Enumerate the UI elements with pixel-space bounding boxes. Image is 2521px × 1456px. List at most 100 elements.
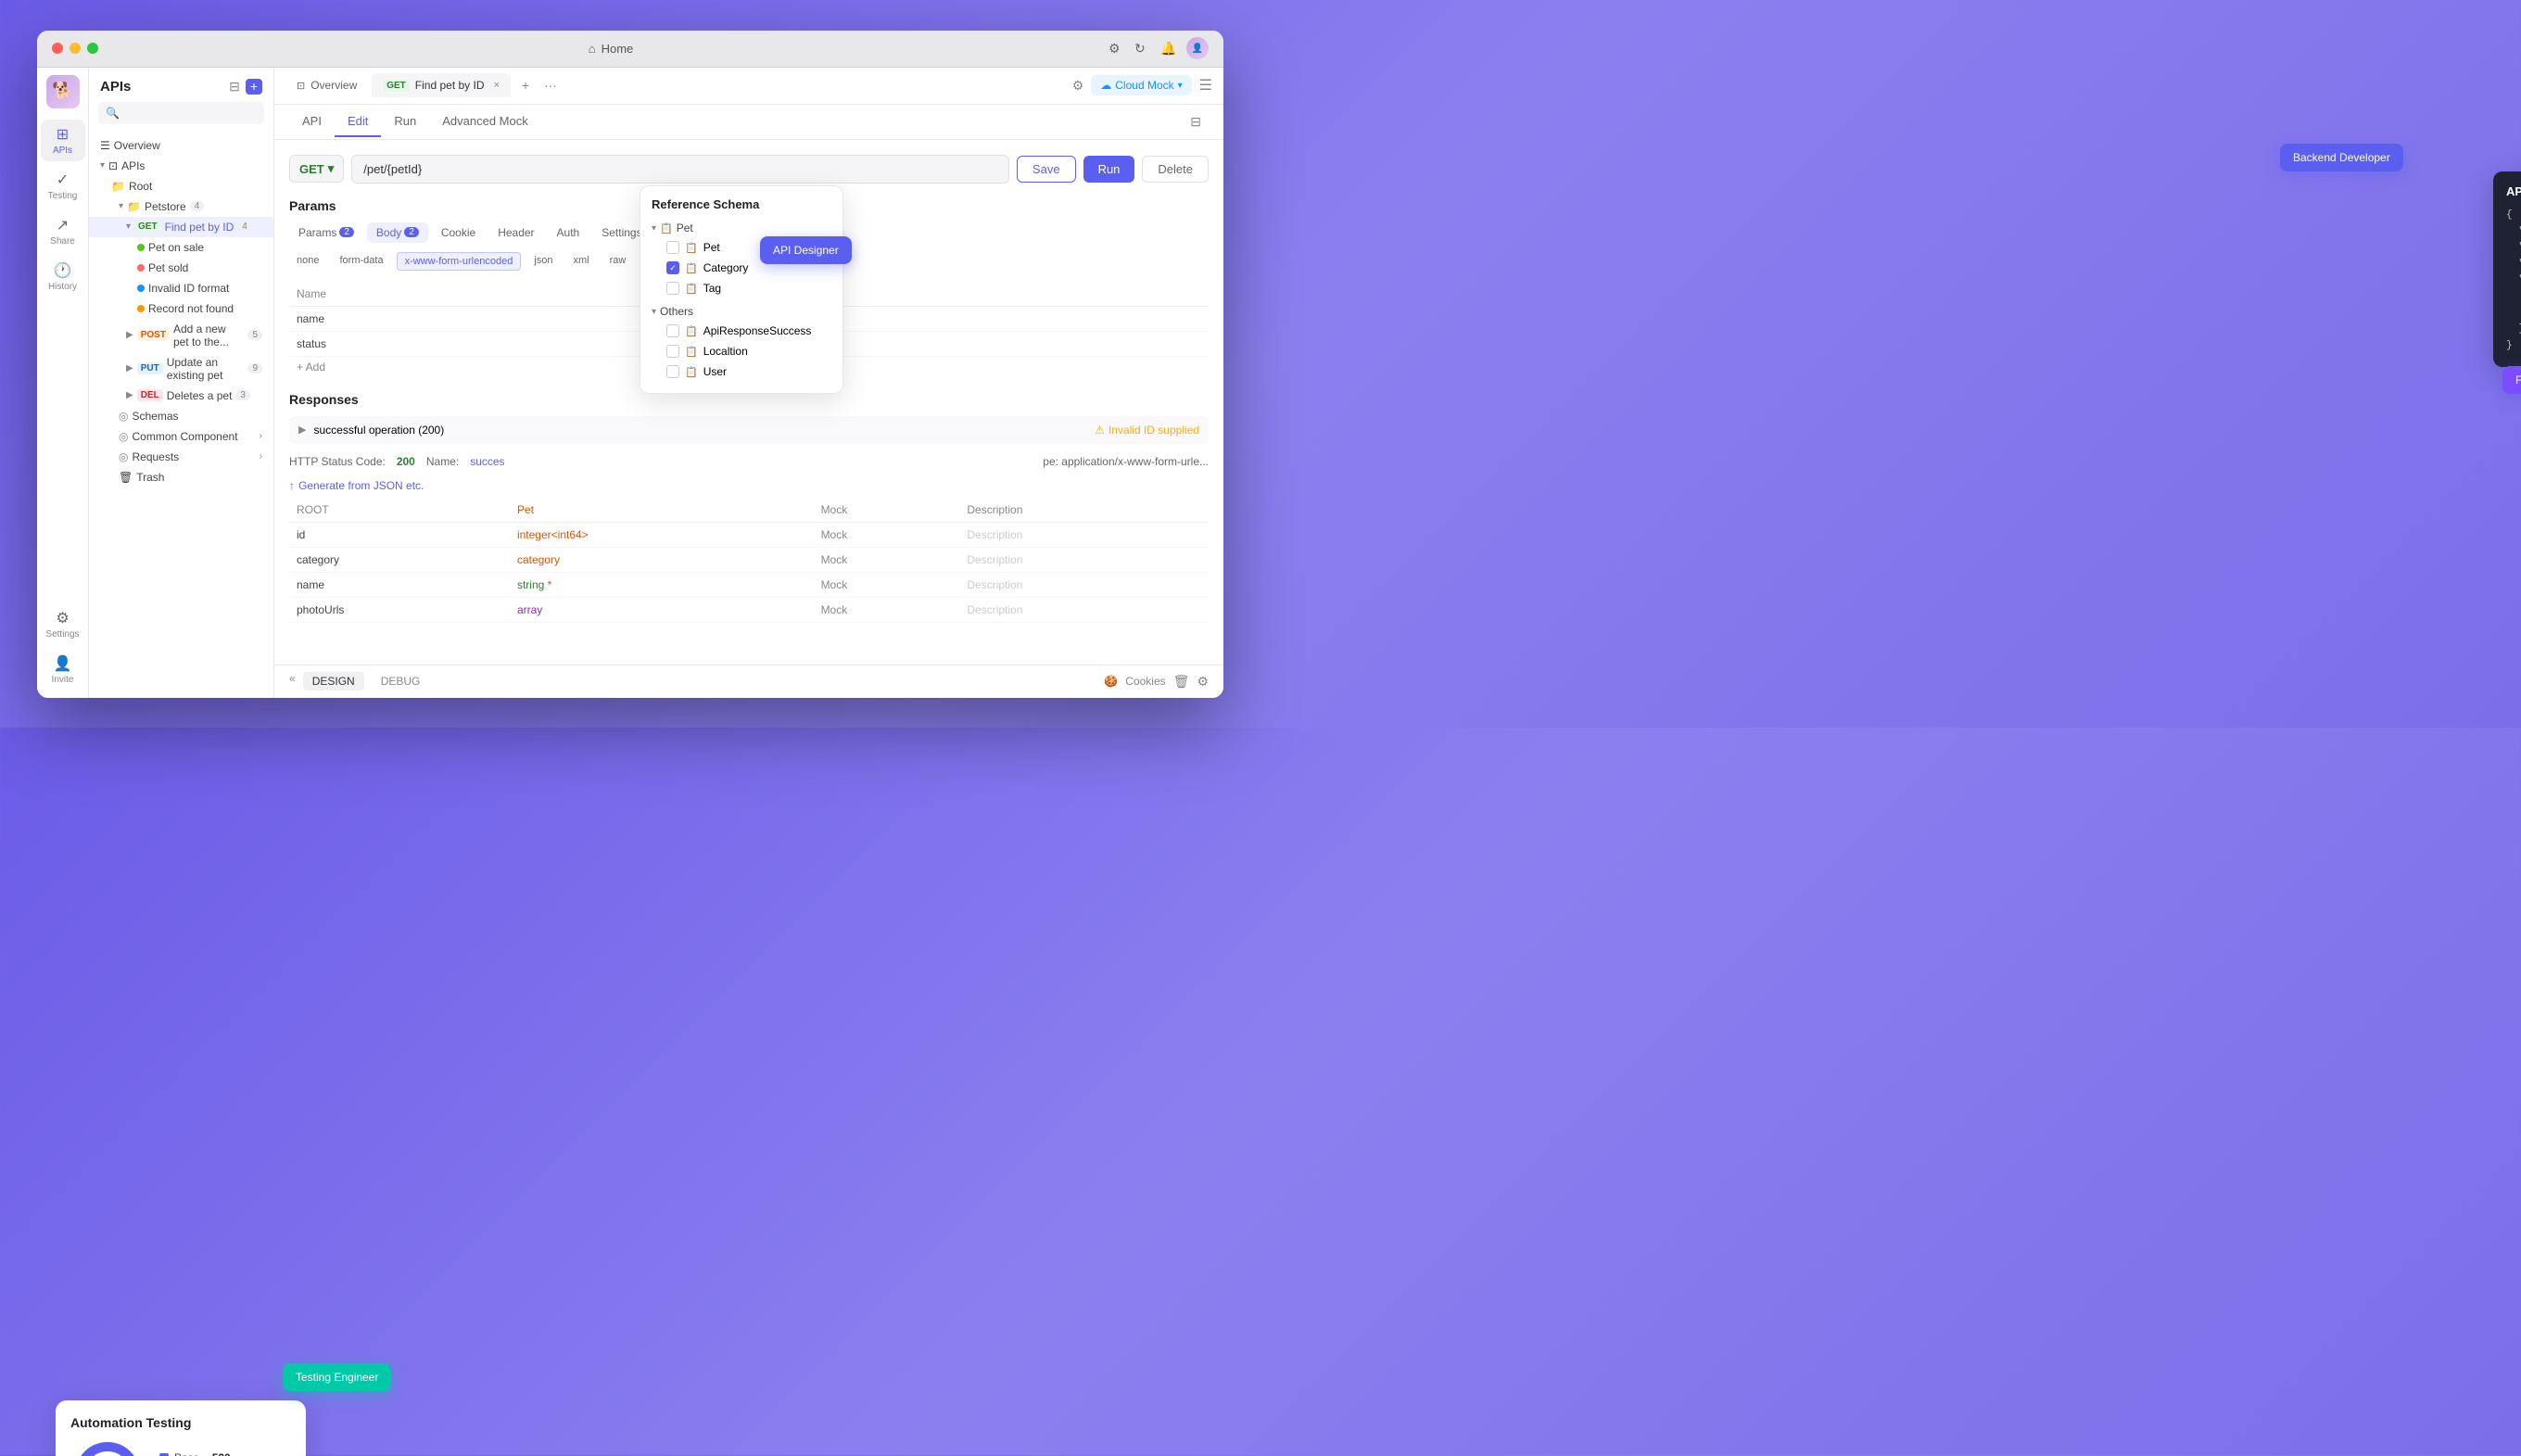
delete-button[interactable]: Delete bbox=[1142, 156, 1209, 183]
resp-id-desc[interactable]: Description bbox=[959, 522, 1209, 547]
tree-petstore[interactable]: ▾ 📁 Petstore 4 bbox=[89, 196, 273, 217]
body-tab-none[interactable]: none bbox=[289, 252, 326, 271]
tag-check[interactable] bbox=[666, 282, 679, 295]
resp-photourls-mock[interactable]: Mock bbox=[814, 597, 960, 622]
tree-requests[interactable]: ◎ Requests › bbox=[89, 447, 273, 467]
bell-icon[interactable]: 🔔 bbox=[1160, 41, 1175, 56]
settings-tab-icon[interactable]: ⚙ bbox=[1072, 78, 1084, 94]
sidebar-item-settings[interactable]: ⚙ Settings bbox=[41, 603, 85, 645]
pet-check[interactable] bbox=[666, 241, 679, 254]
tree-schemas[interactable]: ◎ Schemas bbox=[89, 406, 273, 426]
user-avatar[interactable]: 👤 bbox=[1186, 37, 1209, 59]
tab-advanced-mock[interactable]: Advanced Mock bbox=[429, 107, 541, 137]
more-tabs-button[interactable]: ··· bbox=[544, 78, 557, 93]
others-group-expand[interactable]: ▾ bbox=[652, 307, 656, 317]
history-label: History bbox=[48, 282, 77, 292]
minimize-button[interactable] bbox=[70, 43, 81, 54]
sync-icon[interactable]: ↻ bbox=[1134, 41, 1149, 56]
gen-label: Generate from JSON etc. bbox=[298, 479, 424, 492]
tab-close-icon[interactable]: × bbox=[494, 80, 500, 91]
pet-group-label: Pet bbox=[677, 222, 693, 234]
add-button[interactable]: + bbox=[246, 79, 262, 95]
tree-trash[interactable]: 🗑 Trash bbox=[89, 467, 273, 487]
fullscreen-button[interactable] bbox=[87, 43, 98, 54]
post-badge: POST bbox=[137, 329, 170, 341]
api-mock-title: API Mock bbox=[2506, 184, 2521, 198]
tab-run[interactable]: Run bbox=[381, 107, 429, 137]
tab-api[interactable]: API bbox=[289, 107, 335, 137]
param-tab-body[interactable]: Body 2 bbox=[367, 222, 428, 243]
param-tab-header[interactable]: Header bbox=[488, 222, 543, 243]
apiresponse-check[interactable] bbox=[666, 324, 679, 337]
save-button[interactable]: Save bbox=[1017, 156, 1076, 183]
menu-icon[interactable]: ☰ bbox=[1199, 76, 1212, 95]
design-tab[interactable]: DESIGN bbox=[303, 672, 364, 690]
tree-pet-sold[interactable]: Pet sold bbox=[89, 258, 273, 278]
sidebar-item-apis[interactable]: ⊞ APIs bbox=[41, 120, 85, 161]
tree-add-pet[interactable]: ▶ POST Add a new pet to the... 5 bbox=[89, 319, 273, 352]
resp-category-mock[interactable]: Mock bbox=[814, 547, 960, 572]
schema-item-location[interactable]: 📋 Localtion bbox=[652, 341, 831, 361]
warning-container: ⚠ Invalid ID supplied bbox=[1095, 424, 1199, 437]
sidebar-item-invite[interactable]: 👤 Invite bbox=[41, 649, 85, 690]
filter-icon[interactable]: ⊟ bbox=[229, 79, 240, 95]
param-tab-cookie[interactable]: Cookie bbox=[432, 222, 485, 243]
param-tab-params[interactable]: Params 2 bbox=[289, 222, 363, 243]
param-tab-auth[interactable]: Auth bbox=[548, 222, 589, 243]
body-tab-raw[interactable]: raw bbox=[602, 252, 634, 271]
tab-overview[interactable]: ⊡ Overview bbox=[285, 73, 368, 97]
home-icon: ⌂ bbox=[589, 42, 596, 56]
sidebar-item-share[interactable]: ↗ Share bbox=[41, 210, 85, 252]
tree-apis[interactable]: ▾ ⊡ APIs bbox=[89, 156, 273, 176]
settings-bottom-icon[interactable]: ⚙ bbox=[1197, 674, 1209, 690]
resp-photourls-desc[interactable]: Description bbox=[959, 597, 1209, 622]
body-tab-urlencoded[interactable]: x-www-form-urlencoded bbox=[397, 252, 522, 271]
tree-overview[interactable]: ☰ Overview bbox=[89, 135, 273, 156]
cookies-label[interactable]: Cookies bbox=[1125, 675, 1165, 688]
tab-get-find-pet[interactable]: GET Find pet by ID × bbox=[372, 73, 511, 97]
debug-tab[interactable]: DEBUG bbox=[372, 672, 430, 690]
schema-item-tag[interactable]: 📋 Tag bbox=[652, 278, 831, 298]
pet-group-expand[interactable]: ▾ bbox=[652, 223, 656, 234]
schema-item-apiresponse[interactable]: 📋 ApiResponseSuccess bbox=[652, 321, 831, 341]
tree-invalid-id[interactable]: Invalid ID format bbox=[89, 278, 273, 298]
tab-edit[interactable]: Edit bbox=[335, 107, 381, 137]
layout-icon[interactable]: ⊟ bbox=[1183, 107, 1209, 137]
trash-bottom-icon[interactable]: 🗑 bbox=[1173, 674, 1190, 690]
response-expand[interactable]: ▶ bbox=[298, 424, 306, 436]
method-selector[interactable]: GET ▾ bbox=[289, 155, 344, 183]
prev-arrow[interactable]: « bbox=[289, 672, 296, 690]
sidebar-item-history[interactable]: 🕐 History bbox=[41, 256, 85, 298]
body-tab-formdata[interactable]: form-data bbox=[332, 252, 390, 271]
tree-update-pet[interactable]: ▶ PUT Update an existing pet 9 bbox=[89, 352, 273, 386]
cloud-mock-button[interactable]: ☁ Cloud Mock ▾ bbox=[1091, 75, 1191, 95]
resp-name-desc[interactable]: Description bbox=[959, 572, 1209, 597]
sidebar-item-testing[interactable]: ✓ Testing bbox=[41, 165, 85, 207]
resp-category-desc[interactable]: Description bbox=[959, 547, 1209, 572]
generate-json-button[interactable]: ↑ Generate from JSON etc. bbox=[289, 474, 1209, 498]
resp-id-mock[interactable]: Mock bbox=[814, 522, 960, 547]
tree-find-pet[interactable]: ▾ GET Find pet by ID 4 bbox=[89, 217, 273, 237]
resp-name-mock[interactable]: Mock bbox=[814, 572, 960, 597]
url-input[interactable] bbox=[351, 155, 1009, 184]
tree-record-not-found[interactable]: Record not found bbox=[89, 298, 273, 319]
invalid-id-dot bbox=[137, 285, 145, 292]
location-check[interactable] bbox=[666, 345, 679, 358]
tree-pet-on-sale[interactable]: Pet on sale bbox=[89, 237, 273, 258]
share-icon: ↗ bbox=[57, 216, 69, 234]
tree-common-component[interactable]: ◎ Common Component › bbox=[89, 426, 273, 447]
add-tab-button[interactable]: + bbox=[514, 74, 537, 96]
category-check[interactable]: ✓ bbox=[666, 261, 679, 274]
tree-delete-pet[interactable]: ▶ DEL Deletes a pet 3 bbox=[89, 386, 273, 406]
run-button[interactable]: Run bbox=[1083, 156, 1135, 183]
body-tab-json[interactable]: json bbox=[526, 252, 560, 271]
settings-icon[interactable]: ⚙ bbox=[1108, 41, 1123, 56]
tree-root[interactable]: 📁 Root bbox=[89, 176, 273, 196]
close-button[interactable] bbox=[52, 43, 63, 54]
user-check[interactable] bbox=[666, 365, 679, 378]
body-tab-xml[interactable]: xml bbox=[566, 252, 597, 271]
schemas-icon: ◎ bbox=[119, 410, 128, 423]
method-label: GET bbox=[299, 162, 324, 176]
search-input[interactable] bbox=[123, 107, 267, 120]
schema-item-user[interactable]: 📋 User bbox=[652, 361, 831, 382]
